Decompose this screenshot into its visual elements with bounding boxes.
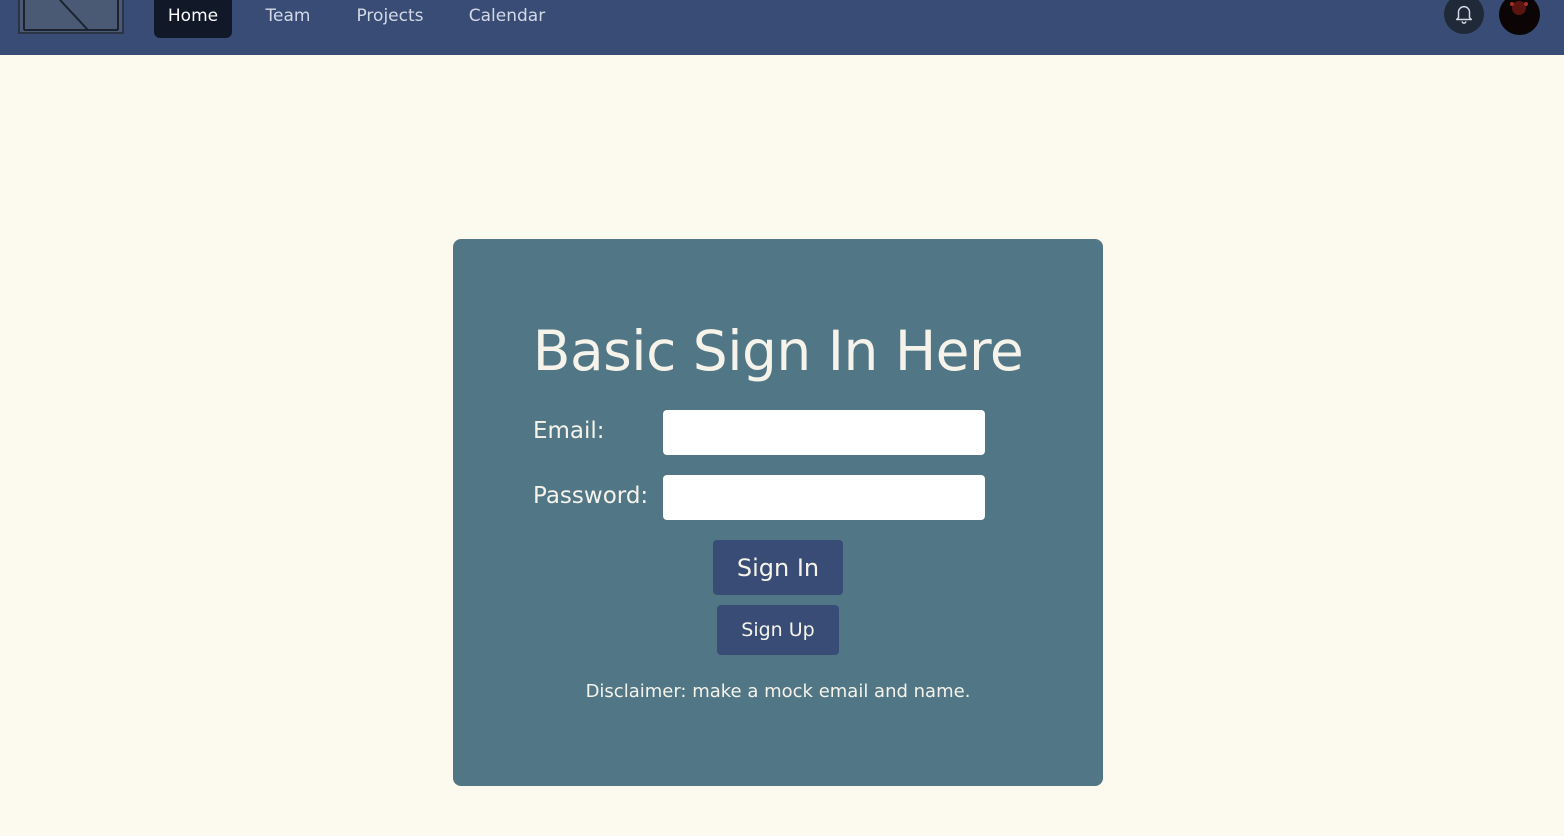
password-label: Password: [533,483,649,509]
email-label: Email: [533,418,605,444]
sign-in-button[interactable]: Sign In [713,540,843,595]
disclaimer-text: Disclaimer: make a mock email and name. [585,681,971,702]
nav-team[interactable]: Team [254,0,322,38]
notifications-button[interactable] [1444,0,1484,34]
sign-up-button[interactable]: Sign Up [717,605,839,655]
page-title: Basic Sign In Here [532,319,1024,383]
nav-projects[interactable]: Projects [346,0,434,38]
bell-icon [1455,6,1473,24]
nav-calendar[interactable]: Calendar [458,0,556,38]
top-navbar: Home Team Projects Calendar [0,0,1564,55]
email-field[interactable] [663,410,985,455]
user-avatar[interactable] [1499,0,1540,35]
logo[interactable] [18,0,124,34]
nav-home[interactable]: Home [154,0,232,38]
sign-in-card: Basic Sign In Here Email: Password: Sign… [453,239,1103,786]
password-field[interactable] [663,475,985,520]
